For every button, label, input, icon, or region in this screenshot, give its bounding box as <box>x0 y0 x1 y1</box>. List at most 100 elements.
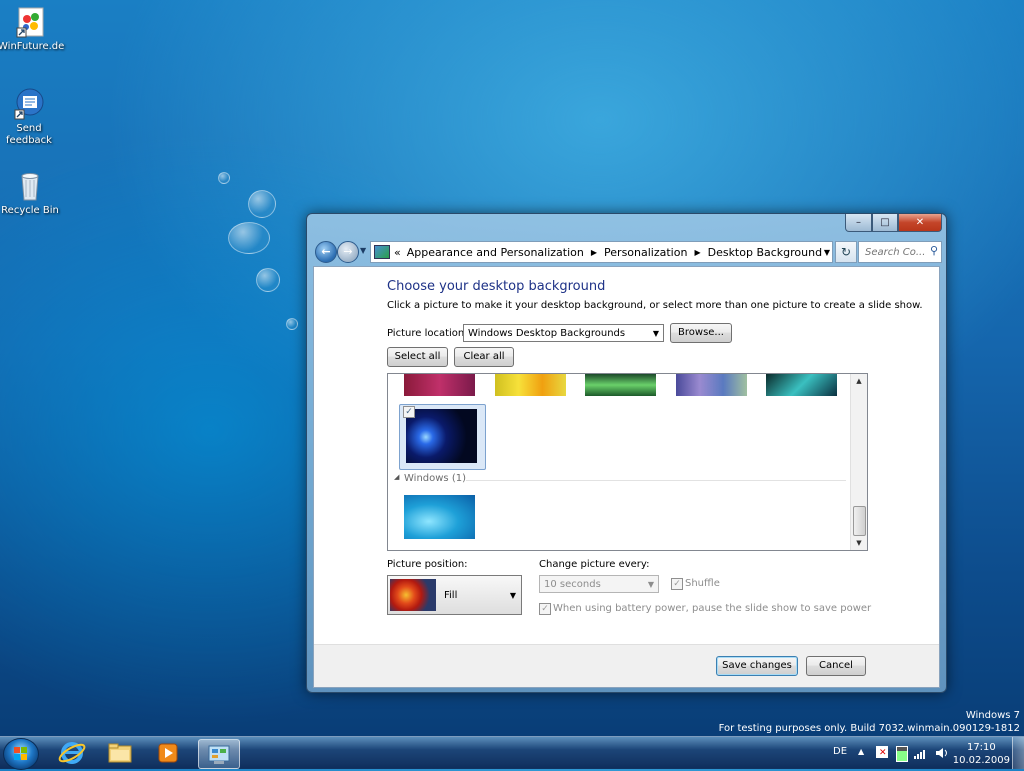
wallpaper-gallery: ✓ ◢ Windows (1) ▲ ▼ <box>387 373 868 551</box>
power-icon[interactable] <box>896 746 908 762</box>
page-subtitle: Click a picture to make it your desktop … <box>387 300 923 311</box>
group-header-windows: Windows (1) <box>404 473 466 484</box>
taskbar-explorer[interactable] <box>100 739 140 767</box>
recent-pages-dropdown[interactable]: ▼ <box>360 246 366 255</box>
wallpaper-thumbnail[interactable] <box>766 374 837 396</box>
address-bar[interactable]: « Appearance and Personalization ▶ Perso… <box>370 241 833 263</box>
winfuture-icon <box>15 6 47 38</box>
navigation-bar: ← → ▼ « Appearance and Personalization ▶… <box>313 240 942 264</box>
breadcrumb-overflow[interactable]: « <box>394 246 401 259</box>
window-controls: – □ ✕ <box>845 214 942 232</box>
battery-label: When using battery power, pause the slid… <box>553 603 872 614</box>
scroll-down-icon[interactable]: ▼ <box>851 536 867 550</box>
desktop-icon-send-feedback[interactable]: Send feedback <box>0 88 62 147</box>
watermark-build: For testing purposes only. Build 7032.wi… <box>718 723 1020 734</box>
clock-date: 10.02.2009 <box>952 755 1010 766</box>
breadcrumb-desktop-background[interactable]: Desktop Background <box>708 246 823 259</box>
picture-position-label: Picture position: <box>387 559 468 570</box>
wallpaper-thumbnail-selected <box>406 409 477 463</box>
picture-position-value: Fill <box>444 590 458 601</box>
system-clock[interactable]: 17:10 10.02.2009 <box>953 741 1010 767</box>
close-button[interactable]: ✕ <box>898 214 942 232</box>
clear-all-button[interactable]: Clear all <box>454 347 514 367</box>
button-bar: Save changes Cancel <box>314 644 939 687</box>
taskbar-internet-explorer[interactable] <box>52 739 92 767</box>
wallpaper-thumbnail[interactable] <box>495 374 566 396</box>
recycle-bin-icon <box>14 170 46 202</box>
show-hidden-icons[interactable]: ▲ <box>858 747 864 756</box>
network-icon[interactable] <box>914 747 928 759</box>
taskbar-media-player[interactable] <box>148 739 188 767</box>
picture-location-value: Windows Desktop Backgrounds <box>468 327 626 339</box>
windows-logo-icon <box>14 747 27 760</box>
content-pane: Choose your desktop background Click a p… <box>313 266 940 688</box>
control-panel-icon <box>374 245 390 259</box>
wallpaper-checkbox[interactable]: ✓ <box>403 406 415 418</box>
breadcrumb-personalization[interactable]: Personalization <box>604 246 687 259</box>
chevron-down-icon: ▼ <box>509 591 516 600</box>
select-all-button[interactable]: Select all <box>387 347 448 367</box>
build-watermark: Windows 7 For testing purposes only. Bui… <box>719 709 1020 735</box>
gallery-scrollbar[interactable]: ▲ ▼ <box>850 374 867 550</box>
forward-button[interactable]: → <box>337 241 359 263</box>
wallpaper-thumbnail[interactable] <box>404 374 475 396</box>
search-icon[interactable]: ⚲ <box>930 244 938 257</box>
desktop-icon-recycle-bin[interactable]: Recycle Bin <box>0 170 63 217</box>
change-every-label: Change picture every: <box>539 559 650 570</box>
picture-position-select[interactable]: Fill ▼ <box>387 575 522 615</box>
taskbar-control-panel[interactable] <box>198 739 240 769</box>
scrollbar-thumb[interactable] <box>853 506 866 536</box>
bubble-decoration <box>218 172 230 184</box>
wallpaper-thumbnail[interactable] <box>676 374 747 396</box>
group-collapse-icon[interactable]: ◢ <box>394 473 399 481</box>
minimize-button[interactable]: – <box>845 214 872 232</box>
media-player-icon <box>158 743 178 763</box>
clock-time: 17:10 <box>966 742 996 753</box>
picture-location-label: Picture location: <box>387 328 468 339</box>
browse-button[interactable]: Browse... <box>670 323 732 343</box>
start-button[interactable] <box>3 738 39 770</box>
bubble-decoration <box>228 222 270 254</box>
picture-location-select[interactable]: Windows Desktop Backgrounds ▼ <box>463 324 664 342</box>
search-input[interactable] <box>863 243 929 261</box>
address-dropdown-icon[interactable]: ▼ <box>824 248 830 257</box>
breadcrumb-arrow-icon[interactable]: ▶ <box>591 248 597 257</box>
arrow-right-icon: → <box>343 245 353 258</box>
shuffle-label: Shuffle <box>685 578 720 589</box>
back-button[interactable]: ← <box>315 241 337 263</box>
folder-icon <box>108 743 132 763</box>
internet-explorer-icon <box>58 742 86 764</box>
change-every-select[interactable]: 10 seconds ▼ <box>539 575 659 593</box>
show-desktop-button[interactable] <box>1012 737 1024 769</box>
chevron-down-icon: ▼ <box>647 579 654 589</box>
chevron-down-icon: ▼ <box>652 328 659 338</box>
save-changes-button[interactable]: Save changes <box>716 656 798 676</box>
taskbar: DE ▲ ✕ 17:10 10.02.2009 <box>0 736 1024 770</box>
language-indicator[interactable]: DE <box>833 746 847 757</box>
desktop-icon-winfuture[interactable]: WinFuture.de <box>0 6 64 53</box>
feedback-icon <box>13 88 45 120</box>
refresh-button[interactable]: ↻ <box>835 241 857 263</box>
bubble-decoration <box>248 190 276 218</box>
volume-icon[interactable] <box>935 747 949 759</box>
wallpaper-thumbnail[interactable] <box>404 495 475 539</box>
desktop-icon-label: WinFuture.de <box>0 41 65 52</box>
change-every-value: 10 seconds <box>544 578 601 590</box>
flower-preview-icon <box>390 579 436 611</box>
scroll-up-icon[interactable]: ▲ <box>851 374 867 388</box>
desktop-icon-label: Recycle Bin <box>1 205 59 216</box>
maximize-button[interactable]: □ <box>872 214 898 232</box>
control-panel-icon <box>208 745 230 764</box>
search-box[interactable]: ⚲ <box>858 241 942 263</box>
breadcrumb-arrow-icon[interactable]: ▶ <box>694 248 700 257</box>
battery-checkbox[interactable]: ✓ <box>539 603 551 615</box>
desktop-icon-label: Send feedback <box>6 123 52 146</box>
selected-wallpaper-tile[interactable]: ✓ <box>399 404 486 470</box>
action-center-icon[interactable]: ✕ <box>876 746 888 758</box>
breadcrumb-appearance[interactable]: Appearance and Personalization <box>407 246 584 259</box>
wallpaper-thumbnail[interactable] <box>585 374 656 396</box>
cancel-button[interactable]: Cancel <box>806 656 866 676</box>
page-title: Choose your desktop background <box>387 279 606 294</box>
arrow-left-icon: ← <box>321 245 331 258</box>
shuffle-checkbox[interactable]: ✓ <box>671 578 683 590</box>
